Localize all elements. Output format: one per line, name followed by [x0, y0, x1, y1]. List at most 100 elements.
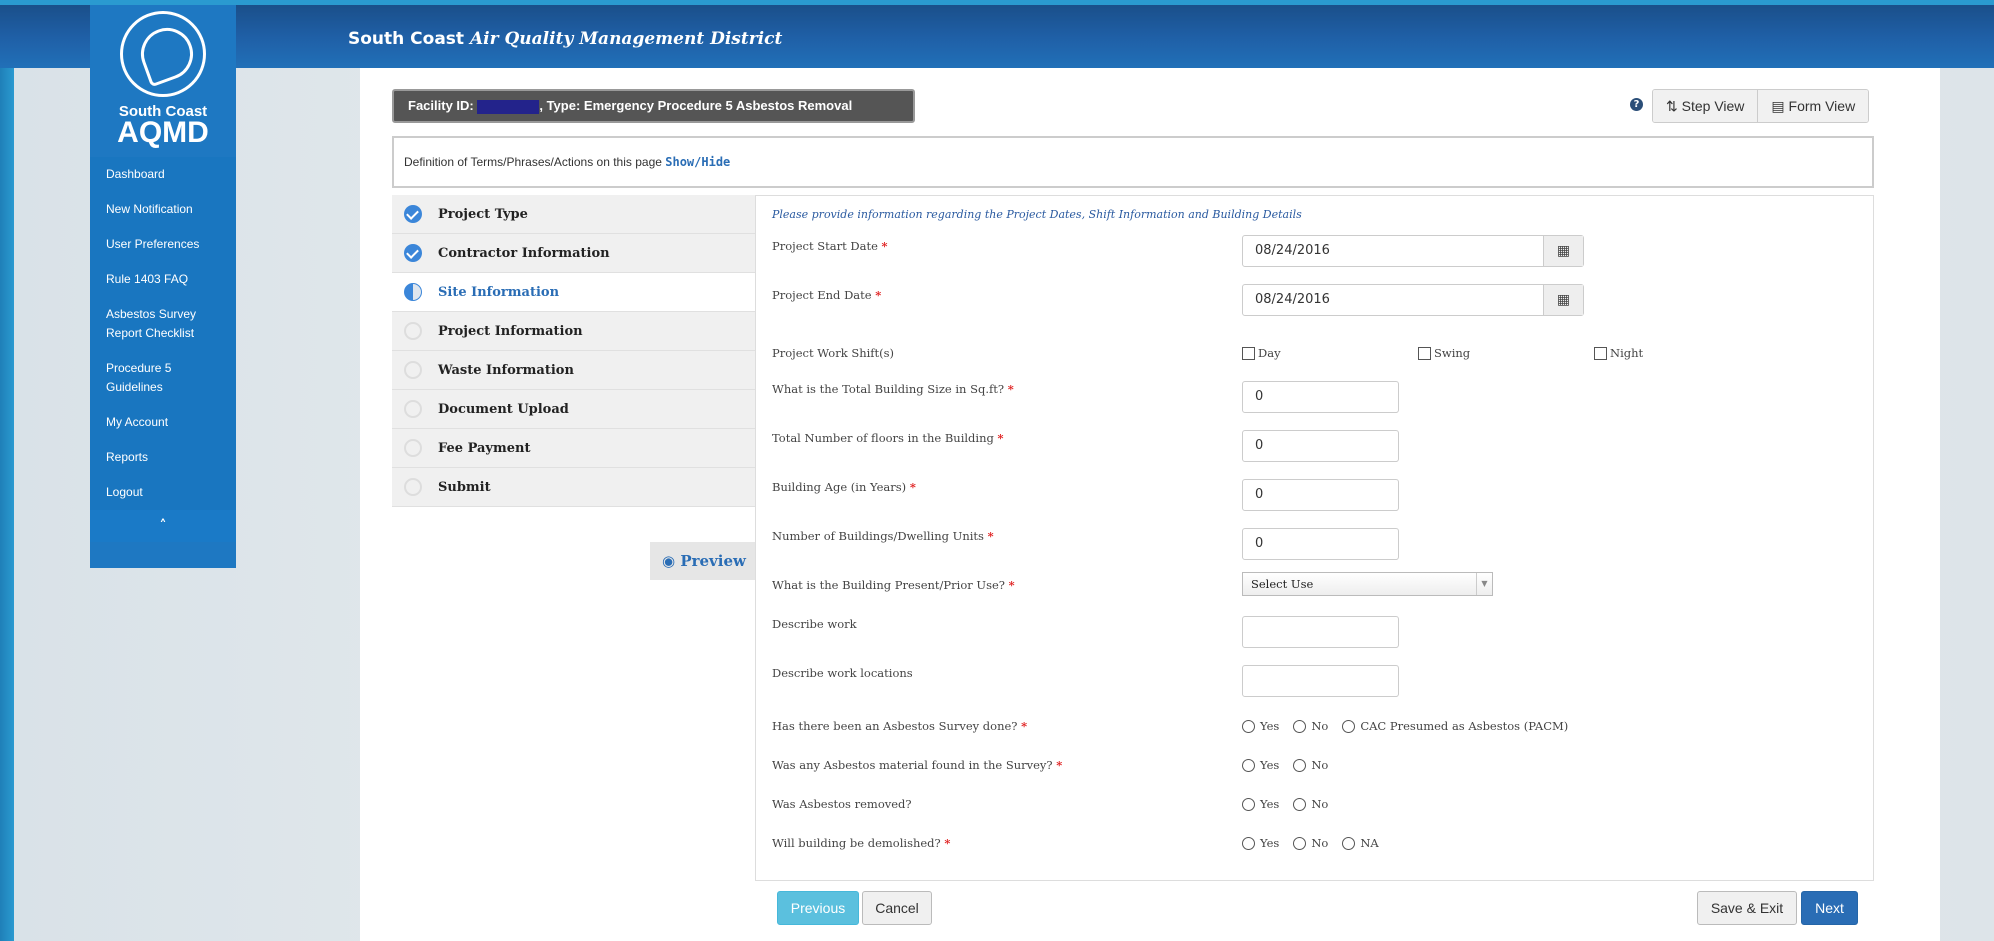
check-circle-icon	[404, 205, 422, 223]
material-found-yes-radio[interactable]: Yes	[1242, 758, 1279, 772]
shift-night-checkbox[interactable]: Night	[1594, 346, 1770, 360]
material-found-radios: Yes No	[1242, 758, 1342, 772]
survey-done-no-radio[interactable]: No	[1293, 719, 1328, 733]
step-view-button[interactable]: ⇅ Step View	[1653, 90, 1759, 122]
step-label: Fee Payment	[438, 440, 531, 456]
preview-button[interactable]: ◉ Preview	[650, 542, 756, 580]
num-buildings-input[interactable]: 0	[1242, 528, 1399, 560]
demolished-yes-radio[interactable]: Yes	[1242, 836, 1279, 850]
step-label: Submit	[438, 479, 491, 495]
view-toggle: ⇅ Step View ▤ Form View	[1652, 89, 1870, 123]
aqmd-logo[interactable]: South Coast AQMD	[90, 5, 236, 157]
building-size-input[interactable]: 0	[1242, 381, 1399, 413]
shift-checkboxes: Day Swing Night	[1242, 346, 1770, 360]
sidebar-item-logout[interactable]: Logout	[90, 475, 236, 510]
eye-icon: ◉	[662, 552, 681, 570]
step-contractor-information[interactable]: Contractor Information	[392, 234, 756, 273]
floors-label: Total Number of floors in the Building *	[772, 431, 1004, 445]
removed-no-radio[interactable]: No	[1293, 797, 1328, 811]
help-icon[interactable]: ?	[1630, 98, 1643, 111]
next-button[interactable]: Next	[1801, 891, 1858, 925]
demolished-na-radio[interactable]: NA	[1342, 836, 1379, 850]
definitions-box: Definition of Terms/Phrases/Actions on t…	[392, 136, 1874, 188]
site-information-form: Please provide information regarding the…	[755, 195, 1874, 881]
form-view-button[interactable]: ▤ Form View	[1758, 90, 1869, 122]
survey-done-pacm-radio[interactable]: CAC Presumed as Asbestos (PACM)	[1342, 719, 1568, 733]
step-label: Project Type	[438, 206, 528, 222]
logo-line2: AQMD	[117, 116, 209, 149]
step-waste-information[interactable]: Waste Information	[392, 351, 756, 390]
sidebar-item-my-account[interactable]: My Account	[90, 405, 236, 440]
step-submit[interactable]: Submit	[392, 468, 756, 507]
start-date-label: Project Start Date *	[772, 239, 888, 253]
sidebar-item-new-notification[interactable]: New Notification	[90, 192, 236, 227]
survey-done-radios: Yes No CAC Presumed as Asbestos (PACM)	[1242, 719, 1582, 733]
org-title-italic: Air Quality Management District	[469, 29, 783, 49]
step-fee-payment[interactable]: Fee Payment	[392, 429, 756, 468]
step-label: Waste Information	[438, 362, 574, 378]
describe-work-input[interactable]	[1242, 616, 1399, 648]
redacted-facility-id	[477, 99, 540, 114]
step-project-information[interactable]: Project Information	[392, 312, 756, 351]
calendar-icon[interactable]: ▦	[1543, 285, 1583, 315]
shift-day-checkbox[interactable]: Day	[1242, 346, 1418, 360]
sidebar-item-survey-checklist[interactable]: Asbestos Survey Report Checklist	[90, 297, 236, 351]
floors-input[interactable]: 0	[1242, 430, 1399, 462]
shift-swing-checkbox[interactable]: Swing	[1418, 346, 1594, 360]
work-shifts-label: Project Work Shift(s)	[772, 346, 895, 360]
top-header-bar: South Coast Air Quality Management Distr…	[0, 0, 1994, 68]
show-hide-link[interactable]: Show/Hide	[665, 155, 730, 169]
step-label: Document Upload	[438, 401, 569, 417]
sidebar-item-rule-1403-faq[interactable]: Rule 1403 FAQ	[90, 262, 236, 297]
sidebar-item-reports[interactable]: Reports	[90, 440, 236, 475]
step-list: Project Type Contractor Information Site…	[392, 195, 756, 507]
step-label: Site Information	[438, 284, 560, 300]
list-icon: ▤	[1771, 98, 1789, 114]
save-exit-button[interactable]: Save & Exit	[1697, 891, 1797, 925]
sort-icon: ⇅	[1666, 98, 1682, 114]
preview-label: Preview	[680, 552, 746, 570]
describe-work-label: Describe work	[772, 617, 857, 631]
sidebar-item-user-preferences[interactable]: User Preferences	[90, 227, 236, 262]
main-content: Facility ID: , Type: Emergency Procedure…	[360, 68, 1940, 941]
step-site-information[interactable]: Site Information	[392, 273, 756, 312]
calendar-icon[interactable]: ▦	[1543, 236, 1583, 266]
demolished-label: Will building be demolished? *	[772, 836, 951, 850]
half-circle-icon	[404, 283, 422, 301]
facility-suffix: , Type: Emergency Procedure 5 Asbestos R…	[539, 98, 853, 113]
facility-banner: Facility ID: , Type: Emergency Procedure…	[392, 89, 915, 123]
prior-use-select[interactable]: Select Use ▼	[1242, 572, 1493, 596]
form-intro: Please provide information regarding the…	[772, 208, 1302, 221]
demolished-no-radio[interactable]: No	[1293, 836, 1328, 850]
material-found-label: Was any Asbestos material found in the S…	[772, 758, 1063, 772]
empty-circle-icon	[404, 361, 422, 379]
building-age-label: Building Age (in Years) *	[772, 480, 916, 494]
start-date-value: 08/24/2016	[1255, 243, 1330, 258]
logo-emblem-icon	[120, 11, 206, 97]
cancel-button[interactable]: Cancel	[862, 891, 932, 925]
survey-done-label: Has there been an Asbestos Survey done? …	[772, 719, 1028, 733]
step-project-type[interactable]: Project Type	[392, 195, 756, 234]
step-label: Contractor Information	[438, 245, 610, 261]
previous-button[interactable]: Previous	[777, 891, 859, 925]
sidebar-item-procedure-5[interactable]: Procedure 5 Guidelines	[90, 351, 236, 405]
check-circle-icon	[404, 244, 422, 262]
building-size-label: What is the Total Building Size in Sq.ft…	[772, 382, 1014, 396]
end-date-input[interactable]: 08/24/2016 ▦	[1242, 284, 1584, 316]
start-date-input[interactable]: 08/24/2016 ▦	[1242, 235, 1584, 267]
describe-locations-input[interactable]	[1242, 665, 1399, 697]
demolished-radios: Yes No NA	[1242, 836, 1393, 850]
removed-label: Was Asbestos removed?	[772, 797, 912, 811]
sidebar-nav: Dashboard New Notification User Preferen…	[90, 157, 236, 510]
survey-done-yes-radio[interactable]: Yes	[1242, 719, 1279, 733]
sidebar-item-dashboard[interactable]: Dashboard	[90, 157, 236, 192]
material-found-no-radio[interactable]: No	[1293, 758, 1328, 772]
sidebar: South Coast AQMD Dashboard New Notificat…	[90, 5, 236, 568]
removed-yes-radio[interactable]: Yes	[1242, 797, 1279, 811]
definitions-text: Definition of Terms/Phrases/Actions on t…	[404, 155, 666, 169]
empty-circle-icon	[404, 439, 422, 457]
step-document-upload[interactable]: Document Upload	[392, 390, 756, 429]
building-age-input[interactable]: 0	[1242, 479, 1399, 511]
num-buildings-label: Number of Buildings/Dwelling Units *	[772, 529, 994, 543]
chevron-up-icon[interactable]: ˄	[90, 510, 236, 542]
